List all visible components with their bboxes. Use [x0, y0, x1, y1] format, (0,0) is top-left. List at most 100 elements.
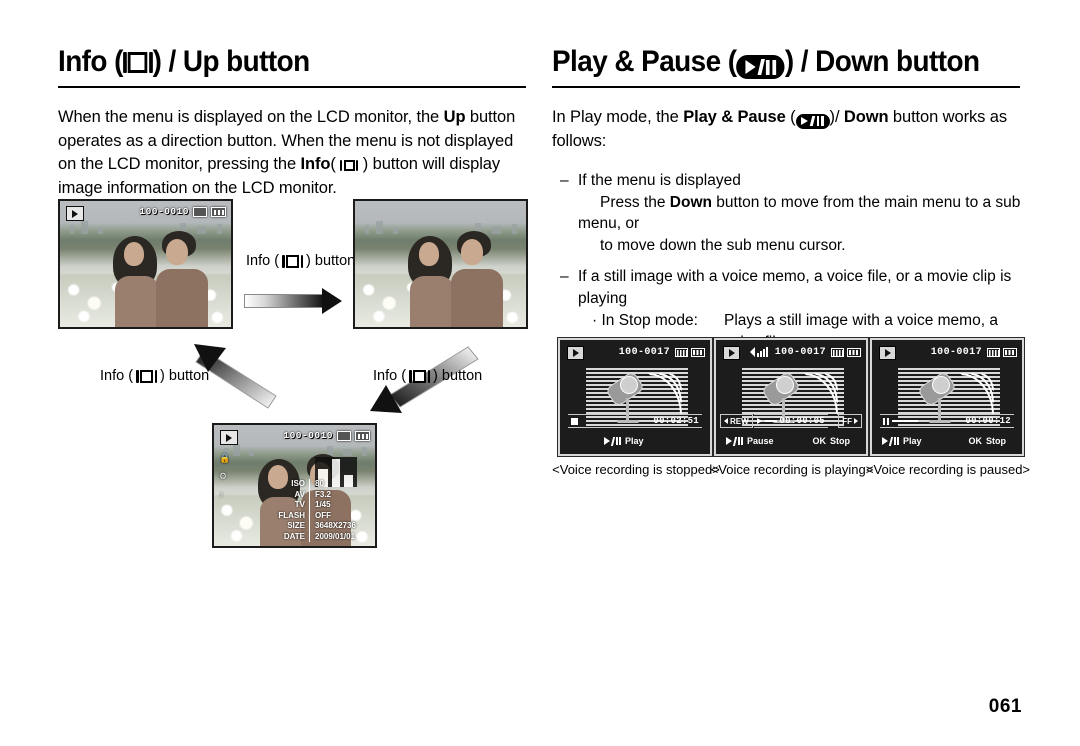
play-pause-icon [604, 436, 621, 446]
lcd-preview-with-osd: 100-0010 [58, 199, 233, 329]
intro-l3a: the LCD monitor, pressing the [80, 155, 301, 173]
item-line: Press the Down button to move from the m… [578, 194, 1020, 233]
label-pre: Info ( [373, 368, 407, 384]
play-pause-icon [882, 436, 899, 446]
stop-state-icon [571, 417, 578, 425]
file-number: 100-0017 [774, 347, 826, 358]
info-icon [282, 254, 304, 268]
right-heading-pre: Play & Pause ( [552, 45, 737, 78]
play-pause-icon [726, 436, 743, 446]
rintro-playpause-bold: Play & Pause [683, 108, 786, 126]
left-heading: Info ( ) / Up button [58, 44, 495, 80]
info-icon [136, 369, 158, 383]
line-bold: Down [669, 193, 712, 211]
sound-wave-icon [646, 373, 682, 415]
sound-wave-icon [802, 373, 838, 415]
file-number: 100-0017 [618, 347, 670, 358]
play-action: Play [882, 436, 922, 446]
rintro-l1d: )/ [829, 108, 844, 126]
right-heading: Play & Pause ( ) / Down button [552, 44, 989, 80]
rintro-down-bold: Down [843, 108, 889, 126]
elapsed-time: 00:02:51 [653, 416, 699, 426]
intro-l1a: When the menu is displayed on the LCD mo… [58, 108, 444, 126]
panel-footer: Play OK Stop [872, 434, 1022, 448]
intro-l1c: button [465, 108, 516, 126]
intro-l3c: ( [330, 155, 341, 173]
pause-action: Pause [726, 436, 774, 446]
left-heading-post: ) / Up button [152, 45, 311, 78]
play-mode-badge [567, 346, 584, 360]
panel-footer: Play [560, 434, 710, 448]
ok-key-label: OK [968, 436, 983, 446]
stop-action-label: Stop [986, 436, 1006, 446]
label-pre: Info ( [246, 253, 280, 269]
left-heading-pre: Info ( [58, 45, 123, 78]
left-intro-text: When the menu is displayed on the LCD mo… [58, 106, 520, 200]
info-icon [122, 52, 153, 73]
ff-label: FF [842, 416, 852, 426]
rintro-l1a: In Play mode, the [552, 108, 684, 126]
item-line: to move down the sub menu cursor. [600, 236, 846, 254]
caption-playing: <Voice recording is playing> [710, 462, 874, 477]
person-right [155, 231, 212, 327]
dash-marker: – [560, 172, 569, 189]
left-heading-rule [58, 86, 526, 88]
progress-bar: 00:02:51 [568, 414, 702, 428]
pause-state-icon [883, 417, 918, 425]
list-item-body: If the menu is displayed Press the Down … [578, 170, 1022, 256]
progress-bar: 00:00:05 [754, 414, 828, 428]
rewind-label: REW [730, 416, 749, 426]
rintro-l1c: ( [785, 108, 796, 126]
label-pre: Info ( [100, 368, 134, 384]
fast-forward-button[interactable]: FF [838, 414, 862, 428]
pause-action-label: Pause [747, 436, 774, 446]
page-number: 061 [988, 696, 1022, 717]
battery-icon [691, 348, 705, 357]
photo-couple [214, 425, 375, 546]
arrow-right [244, 288, 348, 314]
right-intro-text: In Play mode, the Play & Pause ()/ Down … [552, 106, 1018, 153]
sound-wave-icon [958, 373, 994, 415]
stop-action: OK Stop [813, 436, 851, 446]
file-number: 100-0017 [930, 347, 982, 358]
photo-couple [355, 201, 526, 327]
item-title: If a still image with a voice memo, a vo… [578, 268, 1012, 307]
stop-action: OK Stop [969, 436, 1007, 446]
play-pause-icon [736, 55, 785, 79]
rewind-button[interactable]: REW [720, 414, 753, 428]
rintro-l1f: button works as [888, 108, 1007, 126]
photo-couple [60, 201, 231, 327]
caption-stopped: <Voice recording is stopped> [552, 462, 720, 477]
panel-footer: Pause OK Stop [716, 434, 866, 448]
stop-action-label: Stop [830, 436, 850, 446]
manual-page: Info ( ) / Up button When the menu is dis… [0, 0, 1080, 746]
lcd-preview-info-overlay: 100-0010 🔒 ⚙ ♪ ISO 80 AV F3.2 TV 1/45 FL… [212, 423, 377, 548]
arrow-label-top: Info ( ) button [246, 253, 355, 269]
line-a: Press the [600, 193, 670, 211]
volume-icon [750, 347, 768, 357]
label-post: ) button [433, 368, 483, 384]
intro-info-bold: Info [300, 155, 331, 173]
play-pause-icon [795, 113, 830, 129]
memory-card-icon [987, 348, 1000, 357]
rintro-l2: follows: [552, 131, 607, 150]
play-mode-badge [723, 346, 740, 360]
lcd-preview-clean [353, 199, 528, 329]
play-mode-badge [879, 346, 896, 360]
elapsed-time: 00:00:12 [965, 416, 1011, 426]
arrow-label-bottom-left: Info () button [100, 368, 209, 384]
right-heading-post: ) / Down button [784, 45, 980, 78]
play-action-label: Play [625, 436, 644, 446]
memory-card-icon [675, 348, 688, 357]
arrow-label-bottom-right: Info ( ) button [373, 368, 482, 384]
battery-icon [847, 348, 861, 357]
person-right [300, 454, 355, 546]
battery-icon [1003, 348, 1017, 357]
play-action: Play [604, 436, 644, 446]
label-post: ) button [306, 253, 356, 269]
info-icon [340, 160, 359, 171]
progress-bar: 00:00:12 [880, 414, 1014, 428]
intro-up-bold: Up [443, 108, 466, 126]
person-right [450, 231, 507, 327]
info-icon [409, 369, 431, 383]
